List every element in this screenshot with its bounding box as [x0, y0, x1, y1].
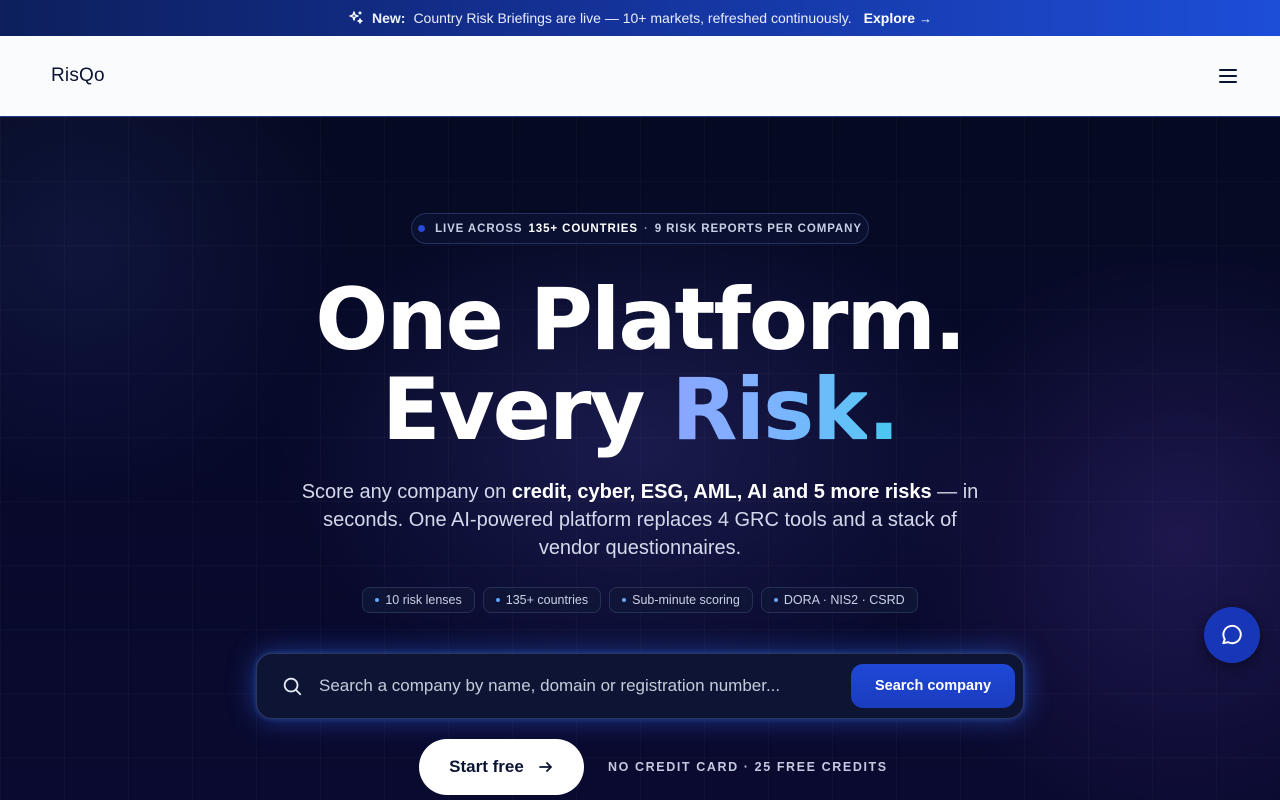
live-countries-badge: LIVE ACROSS 135+ COUNTRIES · 9 RISK REPO…: [411, 213, 869, 244]
chip-dot-icon: [495, 598, 500, 602]
cta-row: Start free NO CREDIT CARD · 25 FREE CRED…: [419, 739, 888, 795]
announcement-message: Country Risk Briefings are live — 10+ ma…: [413, 10, 852, 26]
headline-risk: Risk: [671, 360, 869, 460]
chip-countries: 135+ countries: [482, 587, 602, 613]
search-company-button[interactable]: Search company: [851, 664, 1015, 708]
chat-widget-button[interactable]: [1204, 607, 1260, 663]
chip-dot-icon: [375, 598, 380, 602]
chip-label: DORA · NIS2 · CSRD: [783, 593, 905, 607]
company-search-bar: Search company: [256, 653, 1024, 719]
chip-dot-icon: [773, 598, 778, 602]
chip-label: 135+ countries: [505, 593, 589, 607]
announcement-bar: New: Country Risk Briefings are live — 1…: [0, 0, 1280, 36]
hero-section: LIVE ACROSS 135+ COUNTRIES · 9 RISK REPO…: [0, 117, 1280, 800]
chip-label: Sub-minute scoring: [632, 593, 740, 607]
sub-prefix: Score any company on: [301, 481, 507, 503]
hamburger-menu-icon[interactable]: [1219, 69, 1237, 83]
free-credits-note: NO CREDIT CARD · 25 FREE CREDITS: [608, 760, 888, 774]
chip-label: 10 risk lenses: [385, 593, 462, 607]
navbar: RisQo: [0, 36, 1280, 117]
chip-scoring: Sub-minute scoring: [609, 587, 753, 613]
status-dot-icon: [418, 225, 426, 232]
announcement-new-label: New:: [371, 10, 406, 26]
headline-period: .: [867, 360, 900, 460]
company-search-input[interactable]: [319, 676, 851, 696]
arrow-right-icon: [538, 762, 552, 772]
sparkle-icon: [349, 11, 363, 24]
chip-dot-icon: [622, 598, 627, 602]
headline-every: Every: [381, 360, 646, 460]
arrow-right-icon: →: [919, 10, 933, 26]
sub-bold: credit, cyber, ESG, AML, AI and 5 more r…: [511, 481, 932, 503]
start-free-label: Start free: [449, 757, 524, 776]
hero-subheading: Score any company on credit, cyber, ESG,…: [300, 478, 980, 562]
logo[interactable]: RisQo: [51, 65, 105, 87]
chip-regulations: DORA · NIS2 · CSRD: [760, 587, 918, 613]
hero-headline: One Platform. Every Risk.: [0, 275, 1280, 455]
headline-line-1: One Platform.: [315, 270, 966, 370]
explore-link[interactable]: Explore →: [864, 10, 932, 26]
headline-line-2: Every Risk.: [0, 365, 1280, 455]
badge-prefix: LIVE ACROSS: [435, 222, 523, 235]
chat-bubble-icon: [1222, 624, 1242, 645]
chip-risk-lenses: 10 risk lenses: [362, 587, 475, 613]
badge-highlight: 135+ COUNTRIES: [528, 222, 638, 235]
badge-separator: ·: [643, 222, 649, 235]
feature-chips: 10 risk lenses 135+ countries Sub-minute…: [0, 587, 1280, 613]
explore-link-label: Explore: [863, 10, 916, 26]
badge-suffix: 9 RISK REPORTS PER COMPANY: [654, 222, 862, 235]
search-icon: [283, 677, 302, 696]
start-free-button[interactable]: Start free: [419, 739, 584, 795]
